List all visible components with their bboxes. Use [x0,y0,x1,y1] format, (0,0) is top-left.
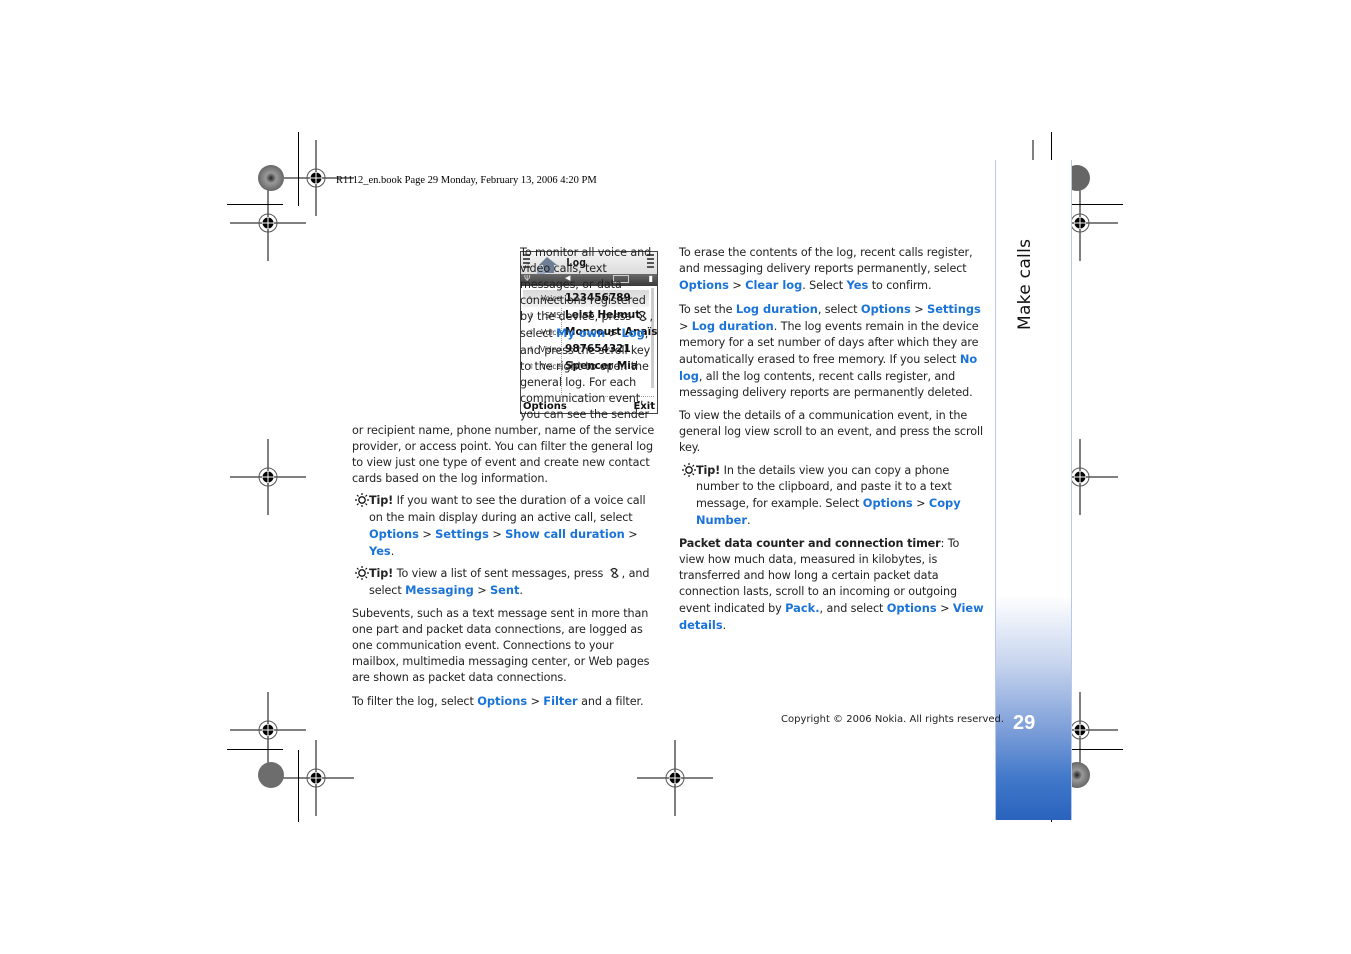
subevents-paragraph: Subevents, such as a text message sent i… [352,606,650,685]
print-header: R1112_en.book Page 29 Monday, February 1… [336,175,597,186]
page-number: 29 [1013,712,1036,734]
link-my-own[interactable]: My own [556,326,605,340]
registration-marks [229,139,1119,817]
registration-mark [229,691,307,769]
link-log[interactable]: Log [621,326,644,340]
link-options[interactable]: Options [887,601,937,615]
tip-lightbulb-icon [355,493,369,508]
event-details-paragraph: To view the details of a communication e… [679,408,983,455]
link-filter[interactable]: Filter [543,694,577,708]
link-show-call-duration[interactable]: Show call duration [505,527,625,541]
registration-mark [229,184,307,262]
registration-mark [636,739,714,817]
erase-log-paragraph: To erase the contents of the log, recent… [679,246,973,293]
link-clear-log[interactable]: Clear log [745,278,802,292]
link-options[interactable]: Options [861,302,911,316]
copyright: Copyright © 2006 Nokia. All rights reser… [781,714,1005,725]
menu-key-icon [637,311,647,322]
color-target-gray [258,762,284,788]
link-yes[interactable]: Yes [847,278,869,292]
link-pack[interactable]: Pack. [785,601,819,615]
link-log-duration[interactable]: Log duration [692,319,774,333]
text-wrap-spacer [352,245,520,422]
log-duration-paragraph: To set the Log duration, select Options … [679,301,981,400]
menu-key-icon [609,568,619,579]
link-settings[interactable]: Settings [927,302,981,316]
registration-mark [277,739,355,817]
filter-paragraph: To filter the log, select Options > Filt… [352,693,644,708]
packet-data-heading: Packet data counter and connection timer [679,536,941,550]
intro-paragraph: To monitor all voice and video calls, te… [352,245,655,486]
right-column: To erase the contents of the log, recent… [679,245,987,641]
tip-sent-messages: Tip! To view a list of sent messages, pr… [352,566,660,599]
link-options[interactable]: Options [679,278,729,292]
packet-data-paragraph: Packet data counter and connection timer… [679,536,984,632]
link-sent[interactable]: Sent [490,583,519,597]
link-settings[interactable]: Settings [435,527,489,541]
tip-lightbulb-icon [682,462,696,477]
tip-call-duration: Tip! If you want to see the duration of … [352,493,660,559]
registration-mark [229,438,307,516]
link-messaging[interactable]: Messaging [405,583,474,597]
color-target-star [258,165,284,191]
left-column: To monitor all voice and video calls, te… [352,245,660,717]
link-options[interactable]: Options [369,527,419,541]
section-tab-title: Make calls [1015,238,1035,330]
link-yes[interactable]: Yes [369,544,391,558]
tip-lightbulb-icon [355,566,369,581]
link-options[interactable]: Options [477,694,527,708]
link-log-duration[interactable]: Log duration [736,302,818,316]
link-options[interactable]: Options [863,496,913,510]
tip-copy-number: Tip! In the details view you can copy a … [679,462,987,529]
